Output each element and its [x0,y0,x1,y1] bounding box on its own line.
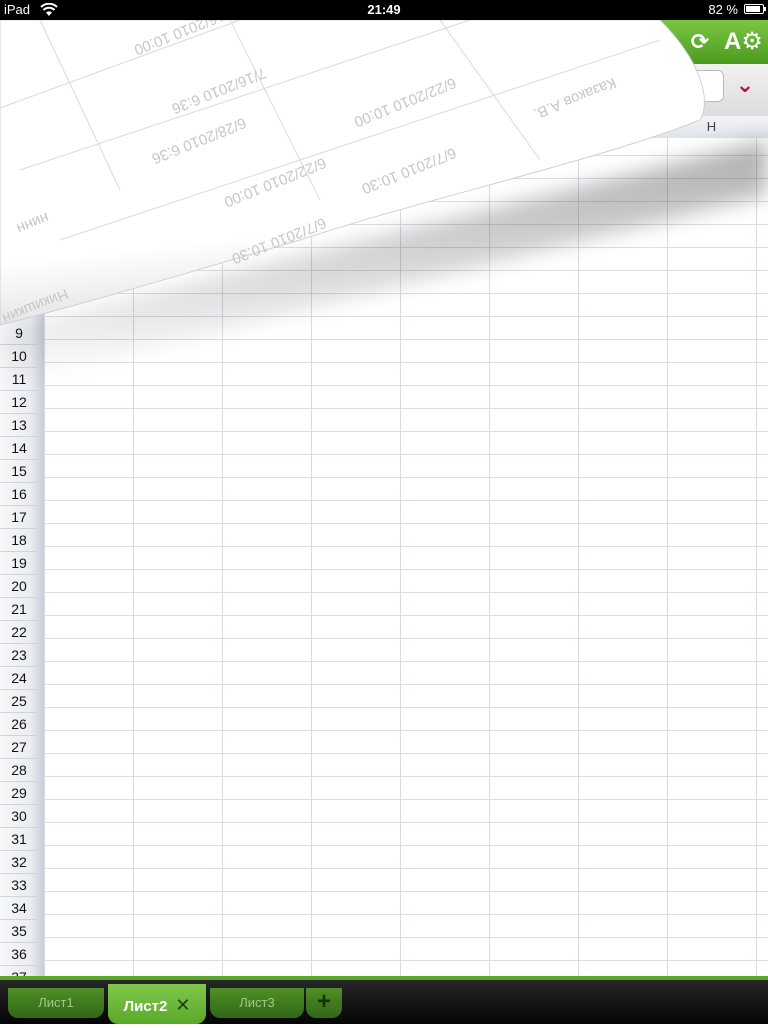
column-header[interactable] [44,116,133,138]
column-header[interactable] [311,116,400,138]
tab-sheet-2[interactable]: Лист2 ✕ [108,984,206,1024]
column-header[interactable] [222,116,311,138]
row-number[interactable]: 15 [0,460,38,483]
row-number[interactable]: 36 [0,943,38,966]
row-number[interactable]: 29 [0,782,38,805]
column-header[interactable] [489,116,578,138]
tab-label: Лист3 [239,995,275,1010]
tab-label: Лист1 [38,995,74,1010]
row-number[interactable]: 33 [0,874,38,897]
clock: 21:49 [367,2,401,17]
formula-bar: ⌄ [0,64,768,117]
row-number[interactable]: 23 [0,644,38,667]
row-number[interactable]: 12 [0,391,38,414]
column-header-row: H [44,116,768,139]
spreadsheet-grid[interactable] [44,138,768,978]
row-number[interactable]: 31 [0,828,38,851]
row-number[interactable]: 16 [0,483,38,506]
format-settings-icon[interactable]: A⚙ [724,26,763,58]
status-bar: iPad 21:49 82 % [0,0,768,20]
row-number[interactable]: 9 [0,322,38,345]
row-number[interactable]: 18 [0,529,38,552]
row-number[interactable]: 35 [0,920,38,943]
battery-percent: 82 % [708,2,738,17]
battery-icon [744,4,766,14]
tab-sheet-1[interactable]: Лист1 [8,988,104,1018]
row-number[interactable]: 10 [0,345,38,368]
row-number[interactable]: 22 [0,621,38,644]
row-number[interactable]: 34 [0,897,38,920]
row-number[interactable]: 26 [0,713,38,736]
row-number[interactable]: 14 [0,437,38,460]
row-number[interactable]: 30 [0,805,38,828]
close-icon[interactable]: ✕ [175,984,190,1026]
row-number[interactable]: 11 [0,368,38,391]
row-number[interactable]: 17 [0,506,38,529]
row-number[interactable]: 24 [0,667,38,690]
row-number[interactable]: 28 [0,759,38,782]
row-number[interactable]: 20 [0,575,38,598]
collapse-chevron-icon[interactable]: ⌄ [730,70,760,100]
row-number[interactable]: 19 [0,552,38,575]
formula-input[interactable] [10,70,724,102]
column-header[interactable] [578,116,667,138]
column-header[interactable]: H [667,116,756,138]
row-number[interactable]: 13 [0,414,38,437]
row-header-column: 9 10 11 12 13 14 15 16 17 18 19 20 21 22 23 24 25 26 27 28 2… [0,138,45,978]
column-header[interactable] [400,116,489,138]
tab-sheet-3[interactable]: Лист3 [210,988,304,1018]
toolbar: ⟳ A⚙ [0,20,768,64]
row-number[interactable]: 21 [0,598,38,621]
row-number[interactable]: 32 [0,851,38,874]
add-sheet-button[interactable]: + [306,988,342,1018]
tab-label: Лист2 [123,998,168,1015]
row-number[interactable]: 25 [0,690,38,713]
column-header[interactable] [133,116,222,138]
sheet-tab-bar: Лист1 Лист2 ✕ Лист3 + [0,976,768,1024]
row-number[interactable]: 27 [0,736,38,759]
sync-icon[interactable]: ⟳ [684,26,716,58]
